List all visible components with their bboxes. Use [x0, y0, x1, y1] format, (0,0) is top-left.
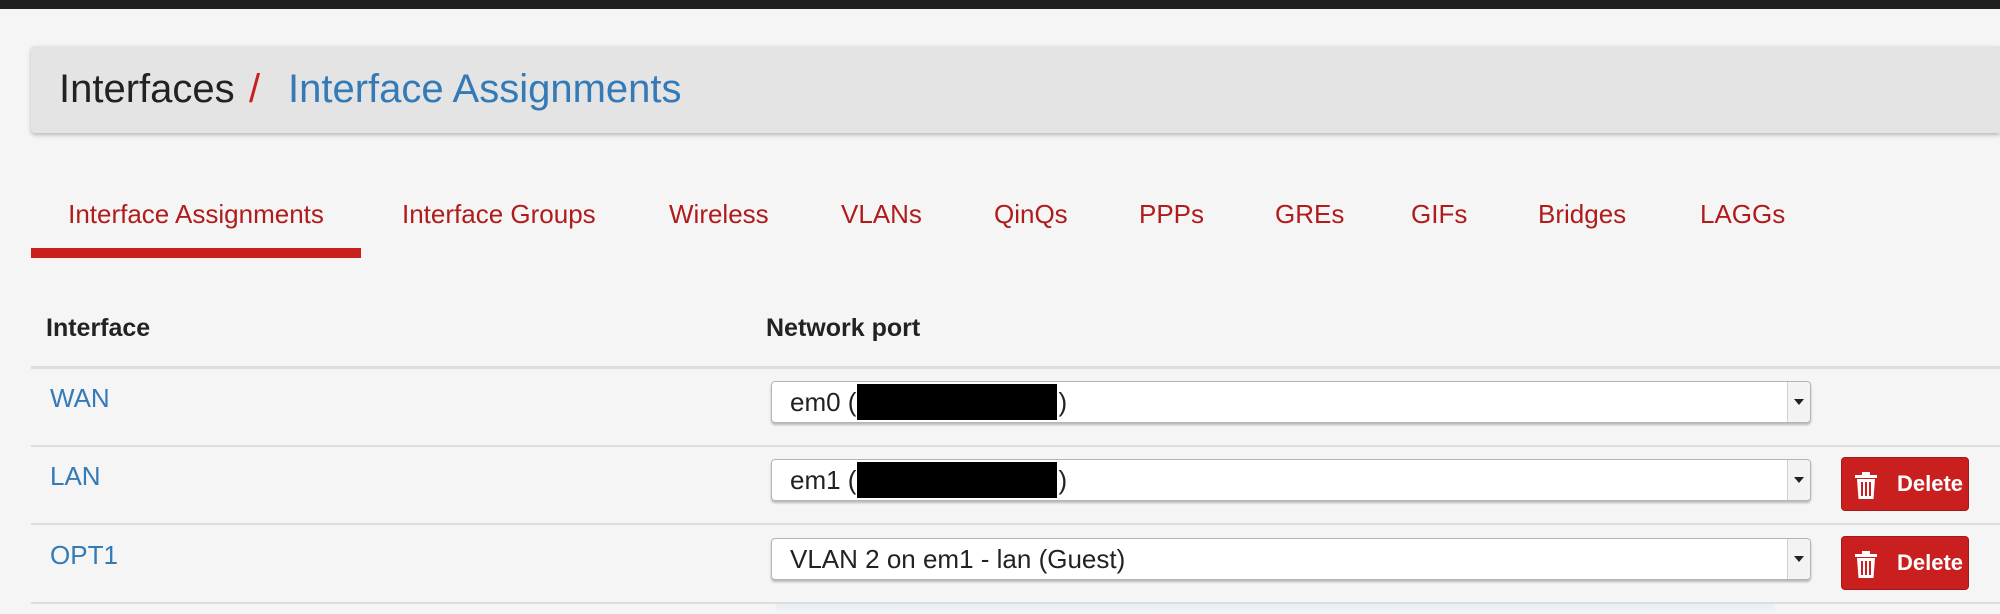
- tab-label: LAGGs: [1700, 199, 1786, 229]
- interface-link-wan[interactable]: WAN: [50, 383, 110, 414]
- breadcrumb-current[interactable]: Interface Assignments: [288, 65, 682, 113]
- select-value: em0 (): [790, 382, 1067, 422]
- tab-bridges[interactable]: Bridges: [1538, 186, 1626, 248]
- redacted-block: [857, 462, 1058, 499]
- tab-label: Wireless: [669, 199, 769, 229]
- redacted-block: [857, 384, 1058, 421]
- tab-interface-groups[interactable]: Interface Groups: [402, 186, 596, 248]
- select-value-prefix: em0 (: [790, 387, 857, 417]
- tab-wireless[interactable]: Wireless: [669, 186, 769, 248]
- select-value-suffix: ): [1058, 387, 1068, 417]
- delete-label: Delete: [1897, 550, 1964, 575]
- table-row: OPT1 VLAN 2 on em1 - lan (Guest) Delete: [31, 526, 2000, 604]
- network-port-select[interactable]: em1 (): [771, 459, 1811, 501]
- chevron-down-icon[interactable]: [1787, 460, 1810, 500]
- select-value: VLAN 2 on em1 - lan (Guest): [790, 544, 1126, 574]
- tab-label: QinQs: [994, 199, 1068, 229]
- select-value: em1 (): [790, 460, 1067, 500]
- window-top-bar: [0, 0, 2000, 9]
- table-row: LAN em1 () Delete: [31, 447, 2000, 525]
- delete-label: Delete: [1897, 471, 1964, 496]
- network-port-select[interactable]: em0 (): [771, 381, 1811, 423]
- network-port-select[interactable]: VLAN 2 on em1 - lan (Guest): [771, 538, 1811, 580]
- tab-vlans[interactable]: VLANs: [841, 186, 922, 248]
- tab-label: Interface Assignments: [68, 199, 324, 229]
- tab-label: Interface Groups: [402, 199, 596, 229]
- breadcrumb: Interfaces / Interface Assignments: [31, 46, 2000, 133]
- tab-label: GIFs: [1411, 199, 1468, 229]
- delete-button[interactable]: Delete: [1841, 457, 1969, 511]
- tab-gifs[interactable]: GIFs: [1411, 186, 1467, 248]
- chevron-down-icon[interactable]: [1787, 539, 1810, 579]
- tab-bar: Interface Assignments Interface Groups W…: [31, 186, 2000, 266]
- tab-label: VLANs: [841, 199, 922, 229]
- tab-laggs[interactable]: LAGGs: [1700, 186, 1785, 248]
- column-header-interface: Interface: [46, 314, 151, 342]
- table-row: WAN em0 (): [31, 369, 2000, 447]
- interface-link-opt1[interactable]: OPT1: [50, 540, 118, 571]
- chevron-down-icon[interactable]: [1787, 382, 1810, 422]
- trash-icon: [1855, 472, 1877, 499]
- tab-label: GREs: [1275, 199, 1345, 229]
- tab-qinqs[interactable]: QinQs: [994, 186, 1068, 248]
- select-value-suffix: ): [1058, 465, 1068, 495]
- tab-interface-assignments[interactable]: Interface Assignments: [31, 186, 361, 258]
- select-value-prefix: em1 (: [790, 465, 857, 495]
- tab-label: PPPs: [1139, 199, 1205, 229]
- tab-label: Bridges: [1538, 199, 1627, 229]
- tab-ppps[interactable]: PPPs: [1139, 186, 1204, 248]
- next-row-edge: [775, 604, 1775, 614]
- column-header-network-port: Network port: [766, 314, 921, 342]
- tab-gres[interactable]: GREs: [1275, 186, 1344, 248]
- interface-link-lan[interactable]: LAN: [50, 461, 101, 492]
- breadcrumb-root[interactable]: Interfaces: [59, 65, 235, 113]
- delete-button[interactable]: Delete: [1841, 536, 1969, 590]
- breadcrumb-separator: /: [249, 67, 261, 111]
- trash-icon: [1855, 551, 1877, 578]
